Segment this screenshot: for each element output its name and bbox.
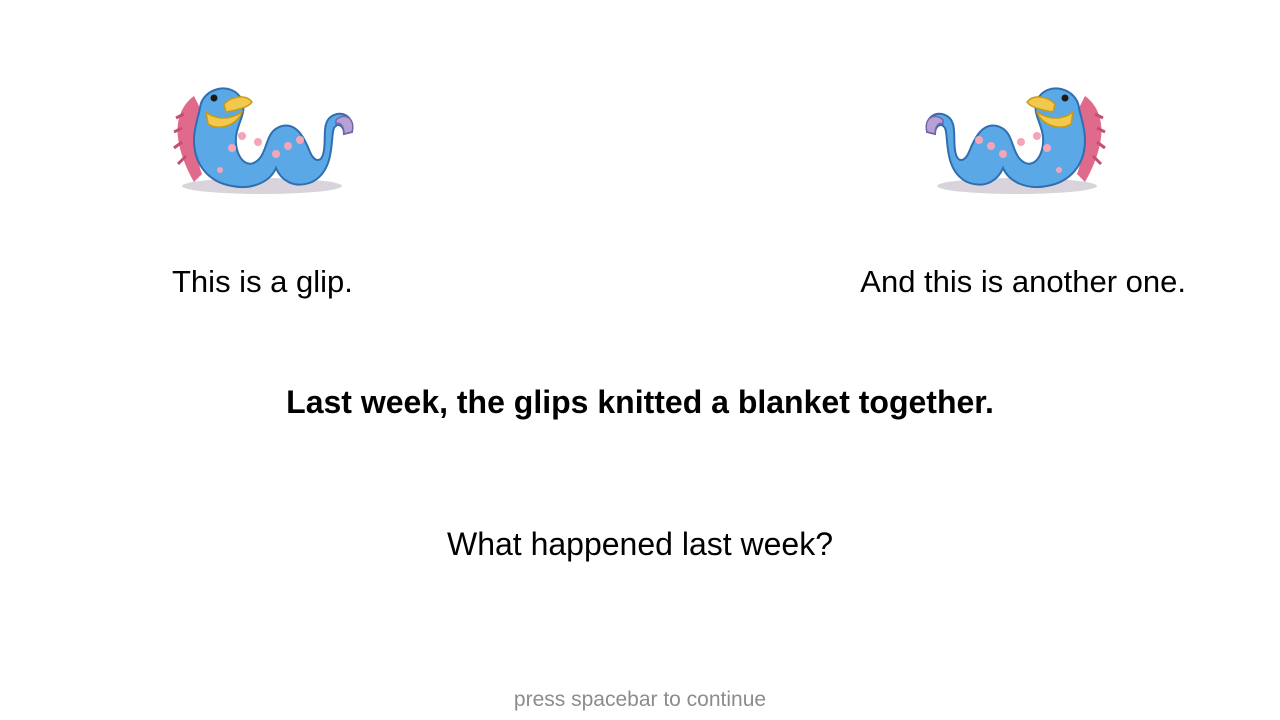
glip-image-left xyxy=(172,78,357,196)
continue-hint: press spacebar to continue xyxy=(513,688,767,711)
glip-creature-icon xyxy=(925,87,1106,194)
story-sentence: Last week, the glips knitted a blanket t… xyxy=(286,384,994,420)
glip-creature-icon xyxy=(173,87,354,194)
glip-image-right xyxy=(922,78,1107,196)
caption-left: This is a glip. xyxy=(172,264,353,299)
caption-right: And this is another one. xyxy=(860,264,1186,299)
question-prompt: What happened last week? xyxy=(446,526,834,562)
